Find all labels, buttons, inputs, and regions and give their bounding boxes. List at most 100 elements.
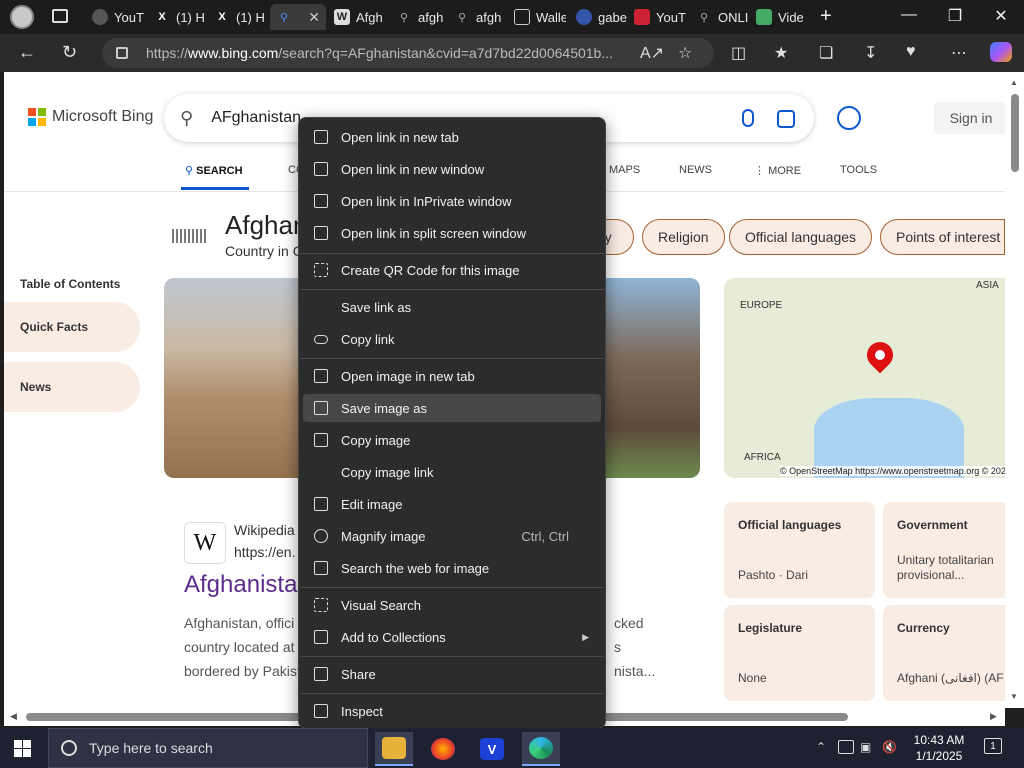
- menu-open-link-new-window[interactable]: Open link in new window: [303, 155, 601, 183]
- tab-maps[interactable]: MAPS: [609, 164, 640, 176]
- fact-official-languages[interactable]: Official languages Pashto · Dari: [724, 502, 875, 598]
- wiki-title-link[interactable]: Afghanista: [184, 571, 297, 599]
- wiki-snippet-fragment: nista...: [614, 663, 656, 679]
- menu-copy-image[interactable]: Copy image: [303, 426, 601, 454]
- notification-icon[interactable]: 1: [984, 738, 1002, 754]
- settings-more-icon[interactable]: ⋯: [951, 43, 967, 63]
- fact-legislature[interactable]: Legislature None: [724, 605, 875, 701]
- menu-open-link-new-tab[interactable]: Open link in new tab: [303, 123, 601, 151]
- folder-icon: [382, 737, 406, 759]
- city-photo[interactable]: [164, 278, 304, 478]
- bing-logo[interactable]: Microsoft Bing: [28, 108, 153, 126]
- volume-muted-icon[interactable]: 🔇: [882, 740, 897, 754]
- taskbar-clock[interactable]: 10:43 AM 1/1/2025: [908, 732, 970, 764]
- fact-currency[interactable]: Currency Afghani (افغانی) (AF: [883, 605, 1005, 701]
- tray-chevron-icon[interactable]: ⌃: [816, 740, 826, 754]
- close-window-icon[interactable]: ✕: [978, 6, 1024, 26]
- scroll-right-icon[interactable]: ▶: [990, 711, 997, 722]
- refresh-icon[interactable]: ↻: [62, 42, 77, 63]
- lock-icon[interactable]: [116, 47, 128, 59]
- chip-points-of-interest[interactable]: Points of interest: [880, 219, 1005, 255]
- tab-bing-active[interactable]: ⚲ ✕: [270, 4, 326, 30]
- menu-visual-search[interactable]: Visual Search: [303, 591, 601, 619]
- menu-inspect[interactable]: Inspect: [303, 697, 601, 725]
- copilot-icon[interactable]: [990, 42, 1012, 62]
- taskbar-search-input[interactable]: Type here to search: [48, 728, 368, 768]
- menu-label: Copy link: [341, 331, 395, 347]
- tab-afgh-1[interactable]: ⚲ afgh: [390, 4, 448, 30]
- windows-start-icon[interactable]: [14, 740, 31, 757]
- tab-wallet[interactable]: Walle: [508, 4, 566, 30]
- split-screen-icon[interactable]: ◫: [731, 43, 746, 63]
- windows-taskbar: Type here to search V ⌃ ▣ 🔇 10:43 AM 1/1…: [0, 728, 1024, 768]
- mountain-photo[interactable]: [602, 278, 700, 478]
- menu-open-image-new-tab[interactable]: Open image in new tab: [303, 362, 601, 390]
- menu-add-to-collections[interactable]: Add to Collections ▶: [303, 623, 601, 651]
- favorites-icon[interactable]: ★: [774, 43, 788, 63]
- wiki-url[interactable]: https://en.: [234, 544, 295, 560]
- tab-tools[interactable]: TOOLS: [840, 164, 877, 176]
- scroll-up-icon[interactable]: ▲: [1010, 78, 1018, 87]
- scroll-left-icon[interactable]: ◀: [10, 711, 17, 722]
- tab-gabe[interactable]: gabe: [570, 4, 628, 30]
- tab-afgh-2[interactable]: ⚲ afgh: [448, 4, 506, 30]
- tab-wikipedia[interactable]: W Afgh: [328, 4, 386, 30]
- menu-save-image-as[interactable]: Save image as: [303, 394, 601, 422]
- menu-magnify-image[interactable]: Magnify image Ctrl, Ctrl: [303, 522, 601, 550]
- fact-government[interactable]: Government Unitary totalitarian provisio…: [883, 502, 1005, 598]
- menu-open-link-split-screen[interactable]: Open link in split screen window: [303, 219, 601, 247]
- tab-x-1[interactable]: X (1) H: [148, 4, 206, 30]
- context-menu: Open link in new tab Open link in new wi…: [298, 117, 606, 729]
- menu-open-link-inprivate[interactable]: Open link in InPrivate window: [303, 187, 601, 215]
- performance-icon[interactable]: ♥: [906, 43, 916, 61]
- minimize-icon[interactable]: —: [886, 6, 932, 24]
- downloads-icon[interactable]: ↧: [864, 43, 877, 63]
- tab-youtube-1[interactable]: YouT: [86, 4, 144, 30]
- firefox-icon: [431, 738, 455, 760]
- read-aloud-icon[interactable]: A↗: [640, 43, 664, 63]
- tab-search[interactable]: ⚲ SEARCH: [181, 164, 249, 190]
- menu-copy-image-link[interactable]: Copy image link: [303, 458, 601, 486]
- menu-create-qr-code[interactable]: Create QR Code for this image: [303, 256, 601, 284]
- toc-news[interactable]: News: [4, 362, 140, 412]
- tab-news[interactable]: NEWS: [679, 164, 712, 176]
- address-bar[interactable]: https://www.bing.com/search?q=AFghanista…: [102, 38, 714, 68]
- tab-youtube-2[interactable]: YouT: [628, 4, 686, 30]
- tab-more[interactable]: ⋮ MORE: [754, 164, 801, 177]
- visual-search-icon[interactable]: [777, 110, 795, 128]
- tray-app-icon[interactable]: [838, 740, 854, 754]
- menu-copy-link[interactable]: Copy link: [303, 325, 601, 353]
- file-explorer-app[interactable]: [375, 732, 413, 766]
- copilot-search-icon[interactable]: [837, 106, 861, 130]
- firefox-app[interactable]: [424, 732, 462, 766]
- scroll-down-icon[interactable]: ▼: [1010, 692, 1018, 701]
- location-map[interactable]: EUROPE ASIA AFRICA © OpenStreetMap https…: [724, 278, 1005, 478]
- tab-video[interactable]: Vide: [750, 4, 808, 30]
- microphone-icon[interactable]: [742, 109, 754, 127]
- vertical-scroll-thumb[interactable]: [1011, 94, 1019, 172]
- tab-actions-icon[interactable]: [52, 9, 68, 23]
- menu-save-link-as[interactable]: Save link as: [303, 293, 601, 321]
- wiki-snippet-fragment: s: [614, 639, 621, 655]
- menu-search-web-for-image[interactable]: Search the web for image: [303, 554, 601, 582]
- tab-onli[interactable]: ⚲ ONLI: [690, 4, 748, 30]
- vertical-scrollbar[interactable]: ▲ ▼: [1005, 72, 1024, 708]
- close-tab-icon[interactable]: ✕: [308, 9, 320, 26]
- profile-avatar[interactable]: [10, 5, 34, 29]
- toc-quick-facts[interactable]: Quick Facts: [4, 302, 140, 352]
- restore-icon[interactable]: ❐: [932, 6, 978, 26]
- network-icon[interactable]: ▣: [860, 740, 871, 754]
- new-tab-icon[interactable]: +: [820, 5, 832, 28]
- chip-religion[interactable]: Religion: [642, 219, 725, 255]
- back-icon[interactable]: ←: [18, 42, 36, 63]
- sign-in-button[interactable]: Sign in: [934, 102, 1005, 134]
- collections-icon[interactable]: ❏: [819, 43, 833, 63]
- tab-x-2[interactable]: X (1) H: [208, 4, 266, 30]
- edge-app[interactable]: [522, 732, 560, 766]
- menu-share[interactable]: Share: [303, 660, 601, 688]
- menu-edit-image[interactable]: Edit image: [303, 490, 601, 518]
- favorite-star-icon[interactable]: ☆: [678, 43, 692, 63]
- tab-label: ONLI: [718, 9, 748, 25]
- chip-official-languages[interactable]: Official languages: [729, 219, 873, 255]
- v-app[interactable]: V: [473, 732, 511, 766]
